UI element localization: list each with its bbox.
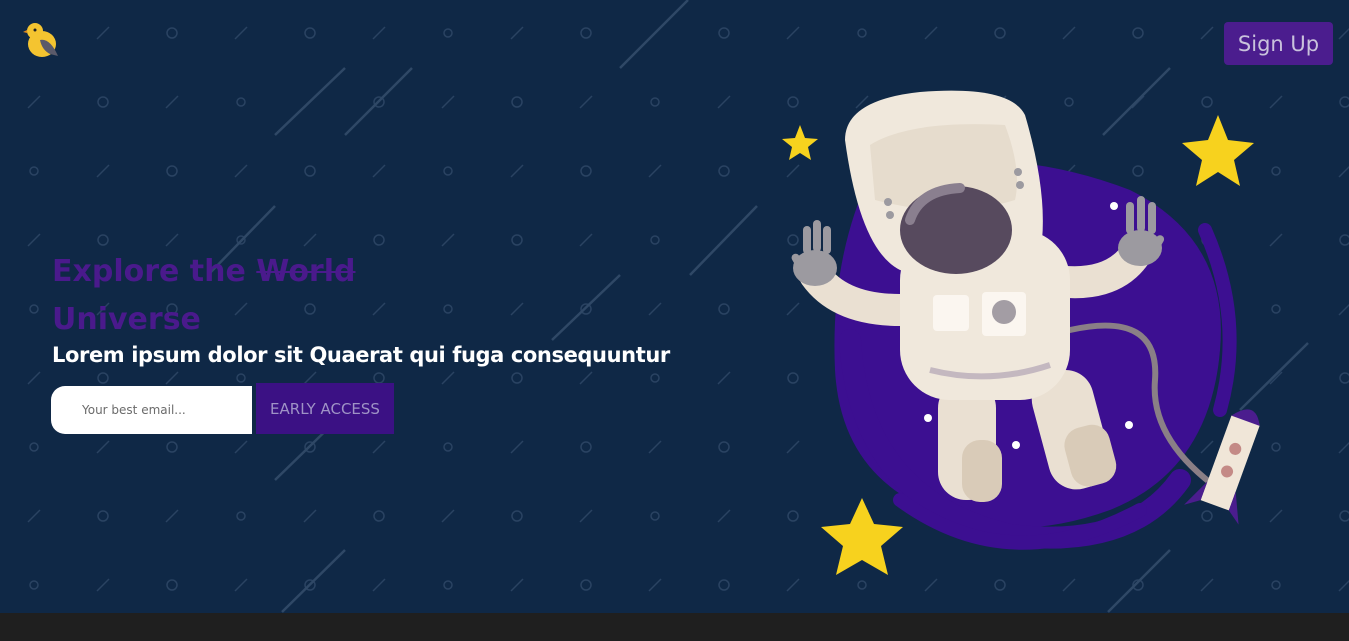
hero-headline: Explore the World Universe: [52, 248, 355, 344]
hero-subtitle: Lorem ipsum dolor sit Quaerat qui fuga c…: [52, 343, 670, 367]
hero-section: Sign Up Explore the World Universe Lorem…: [0, 0, 1349, 613]
headline-struck-word: World: [256, 254, 356, 289]
headline-line-1: Explore the World: [52, 248, 355, 296]
small-star-icon: [782, 125, 818, 160]
bottom-star-icon: [821, 498, 903, 575]
bird-logo-icon[interactable]: [20, 18, 64, 62]
headline-line-2: Universe: [52, 302, 201, 337]
email-field[interactable]: [51, 386, 252, 434]
early-access-button[interactable]: EARLY ACCESS: [256, 383, 394, 434]
headline-prefix: Explore the: [52, 254, 257, 289]
footer-bar: [0, 613, 1349, 641]
large-star-icon: [1182, 115, 1254, 186]
sign-up-button[interactable]: Sign Up: [1224, 22, 1333, 65]
astronaut-illustration: [782, 90, 1260, 575]
